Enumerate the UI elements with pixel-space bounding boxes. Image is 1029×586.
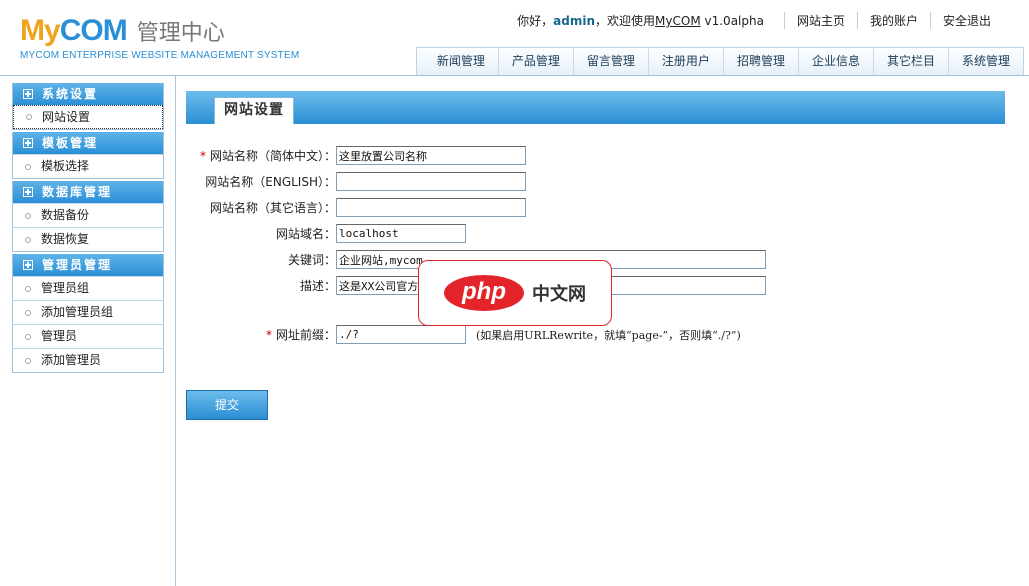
row-url-prefix: *网址前缀： (如果启用URLRewrite，就填“page-”，否则填“./?… [186, 325, 741, 344]
sidebar-group-header[interactable]: 管理员管理 [13, 254, 163, 276]
main-nav: 新闻管理 产品管理 留言管理 注册用户 招聘管理 企业信息 其它栏目 系统管理 [415, 47, 1024, 75]
row-name-en: 网站名称（ENGLISH）： [186, 172, 526, 191]
my-account-link[interactable]: 我的账户 [856, 12, 930, 29]
nav-products[interactable]: 产品管理 [497, 48, 573, 75]
bullet-icon [25, 333, 31, 340]
sidebar-item-site-settings[interactable]: 网站设置 [13, 105, 163, 129]
row-name-other: 网站名称（其它语言）： [186, 198, 526, 217]
bullet-icon [25, 357, 31, 364]
sidebar-group-header[interactable]: 模板管理 [13, 132, 163, 154]
logo[interactable]: My COM 管理中心 MYCOM ENTERPRISE WEBSITE MAN… [20, 14, 299, 61]
sidebar-item-restore[interactable]: 数据恢复 [13, 227, 163, 251]
field-label: 网站名称（其它语言）： [209, 201, 336, 215]
logo-title: 管理中心 [136, 21, 225, 46]
submit-button[interactable]: 提交 [186, 390, 268, 420]
sidebar-group-database: 数据库管理 数据备份 数据恢复 [12, 181, 164, 252]
row-name-cn: * 网站名称（简体中文）： [186, 146, 526, 165]
expand-icon [23, 260, 33, 270]
sidebar-item-admin-groups[interactable]: 管理员组 [13, 276, 163, 300]
nav-jobs[interactable]: 招聘管理 [722, 48, 798, 75]
expand-icon [23, 138, 33, 148]
domain-input[interactable] [336, 224, 466, 243]
sidebar-group-header[interactable]: 系统设置 [13, 83, 163, 105]
nav-company[interactable]: 企业信息 [797, 48, 873, 75]
field-label: 描述： [299, 279, 336, 293]
home-link[interactable]: 网站主页 [783, 12, 857, 29]
tab-bar: 网站设置 [186, 91, 1005, 124]
php-cn-watermark: php 中文网 [418, 260, 612, 326]
sidebar-item-backup[interactable]: 数据备份 [13, 203, 163, 227]
username: admin [553, 14, 596, 28]
sidebar-group-admins: 管理员管理 管理员组 添加管理员组 管理员 添加管理员 [12, 254, 164, 373]
site-name-cn-input[interactable] [336, 146, 526, 165]
field-label: 网站域名： [275, 227, 336, 241]
sidebar: 系统设置 网站设置 模板管理 模板选择 数据库管理 数据备份 数据恢复 管理员管… [0, 76, 176, 586]
sidebar-item-add-admin-group[interactable]: 添加管理员组 [13, 300, 163, 324]
required-mark: * [265, 328, 272, 342]
product-link[interactable]: MyCOM [655, 14, 701, 28]
expand-icon [23, 187, 33, 197]
bullet-icon [25, 163, 31, 170]
logo-my: My [20, 14, 61, 47]
nav-system[interactable]: 系统管理 [947, 48, 1023, 75]
greeting: 你好，admin，欢迎使用MyCOM v1.0alpha [517, 14, 764, 28]
field-label: 关键词： [287, 253, 336, 267]
sidebar-group-header[interactable]: 数据库管理 [13, 181, 163, 203]
content-panel: 网站设置 [186, 91, 1005, 124]
required-mark: * [199, 149, 206, 163]
bullet-icon [26, 114, 32, 120]
sidebar-item-template-select[interactable]: 模板选择 [13, 154, 163, 178]
nav-users[interactable]: 注册用户 [647, 48, 723, 75]
sidebar-group-templates: 模板管理 模板选择 [12, 132, 164, 179]
nav-other[interactable]: 其它栏目 [872, 48, 948, 75]
bullet-icon [25, 212, 31, 219]
site-name-en-input[interactable] [336, 172, 526, 191]
field-label: * 网址前缀： [265, 328, 336, 342]
logo-subtitle: MYCOM ENTERPRISE WEBSITE MANAGEMENT SYST… [20, 50, 300, 61]
logo-com: COM [59, 14, 128, 47]
field-label: 网站名称（ENGLISH）： [205, 175, 336, 189]
php-logo-icon: php [444, 275, 524, 311]
bullet-icon [25, 236, 31, 243]
tab-site-settings[interactable]: 网站设置 [214, 97, 294, 124]
url-prefix-hint: (如果启用URLRewrite，就填“page-”，否则填“./?”) [476, 328, 741, 342]
logout-link[interactable]: 安全退出 [929, 12, 1003, 29]
field-label: * 网站名称（简体中文）： [199, 149, 336, 163]
expand-icon [23, 89, 33, 99]
site-name-other-input[interactable] [336, 198, 526, 217]
sidebar-item-admins[interactable]: 管理员 [13, 324, 163, 348]
watermark-text: 中文网 [532, 284, 586, 305]
bullet-icon [25, 285, 31, 292]
nav-messages[interactable]: 留言管理 [572, 48, 648, 75]
top-bar: 你好，admin，欢迎使用MyCOM v1.0alpha 网站主页 我的账户 安… [517, 12, 1003, 29]
bullet-icon [25, 309, 31, 316]
sidebar-group-system: 系统设置 网站设置 [12, 83, 164, 130]
row-domain: 网站域名： [186, 224, 466, 243]
nav-news[interactable]: 新闻管理 [417, 48, 498, 75]
header: My COM 管理中心 MYCOM ENTERPRISE WEBSITE MAN… [0, 0, 1029, 76]
url-prefix-input[interactable] [336, 325, 466, 344]
sidebar-item-add-admin[interactable]: 添加管理员 [13, 348, 163, 372]
